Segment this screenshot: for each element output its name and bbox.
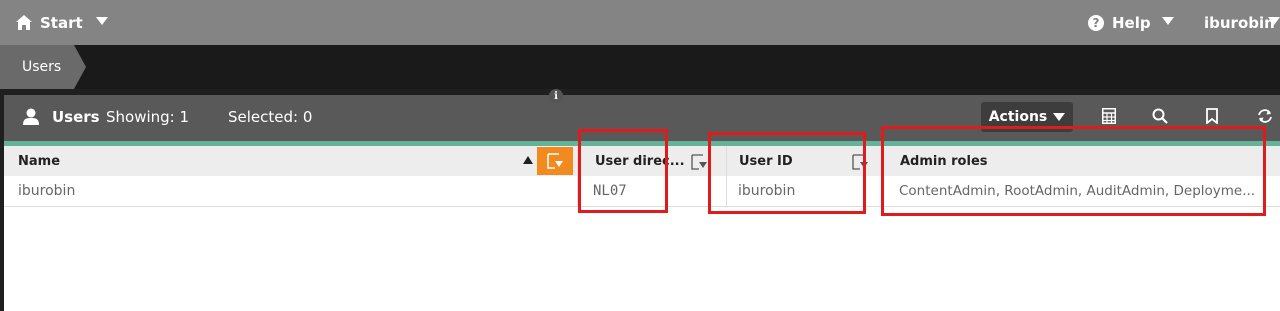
column-label: Name	[18, 153, 61, 169]
breadcrumb-item-users[interactable]: Users	[0, 45, 86, 89]
user-label: iburobin	[1204, 13, 1275, 32]
filter-icon	[547, 153, 563, 169]
start-menu-button[interactable]: Start	[16, 0, 83, 45]
start-label: Start	[40, 13, 83, 32]
top-bar: Start ? Help iburobin	[0, 0, 1280, 45]
page-title: Users	[52, 108, 100, 126]
table-icon[interactable]	[1102, 108, 1116, 124]
caret-down-icon	[1053, 113, 1066, 121]
filter-button-name[interactable]	[537, 147, 573, 175]
highlight-user-directory	[578, 129, 668, 213]
highlight-admin-roles	[881, 126, 1266, 216]
actions-label: Actions	[988, 109, 1048, 125]
chevron-down-icon[interactable]	[1162, 17, 1174, 25]
search-icon[interactable]	[1152, 108, 1168, 124]
chevron-down-icon[interactable]	[1268, 17, 1280, 25]
help-icon: ?	[1088, 14, 1104, 31]
bookmark-icon[interactable]	[1206, 108, 1218, 124]
column-header-name[interactable]: Name	[18, 146, 60, 176]
user-menu-button[interactable]: iburobin	[1204, 0, 1275, 45]
breadcrumb-label: Users	[22, 59, 62, 75]
info-icon[interactable]: i	[549, 89, 563, 103]
home-icon	[16, 15, 32, 30]
help-menu-button[interactable]: ? Help	[1088, 0, 1151, 45]
cell-name: iburobin	[18, 183, 76, 199]
showing-count: Showing: 1	[106, 108, 190, 126]
breadcrumb: Users	[0, 45, 1280, 89]
help-label: Help	[1112, 13, 1151, 32]
filter-icon[interactable]	[690, 153, 708, 171]
chevron-down-icon[interactable]	[96, 17, 108, 25]
highlight-user-id	[708, 132, 866, 214]
user-icon	[23, 108, 39, 125]
sort-ascending-icon[interactable]	[523, 156, 533, 164]
refresh-icon[interactable]	[1256, 108, 1274, 124]
selected-count: Selected: 0	[228, 108, 313, 126]
